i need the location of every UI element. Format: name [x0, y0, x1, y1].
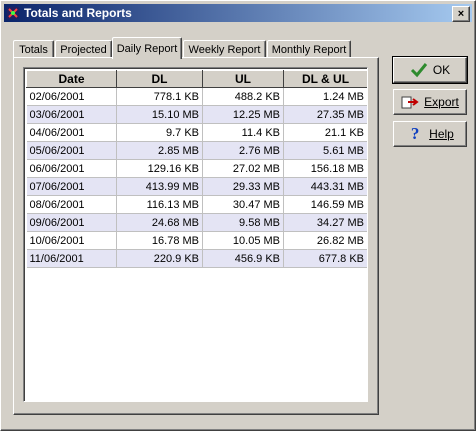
- cell-dl-ul: 34.27 MB: [283, 213, 367, 232]
- help-label: Help: [429, 127, 454, 141]
- export-button[interactable]: Export: [393, 89, 467, 115]
- tab-label: Monthly Report: [271, 43, 347, 56]
- cell-dl: 116.13 MB: [116, 195, 203, 214]
- table-row[interactable]: 06/06/2001 129.16 KB 27.02 MB 156.18 MB: [26, 159, 367, 178]
- app-icon: [7, 7, 19, 19]
- cell-ul: 9.58 MB: [202, 213, 284, 232]
- help-button[interactable]: ? Help: [393, 121, 467, 147]
- daily-report-panel: Date DL UL DL & UL 02/06/2001 778.1 KB 488…: [13, 57, 379, 415]
- cell-dl: 220.9 KB: [116, 249, 203, 268]
- table-row[interactable]: 10/06/2001 16.78 MB 10.05 MB 26.82 MB: [26, 231, 367, 250]
- cell-date: 05/06/2001: [26, 141, 117, 160]
- totals-reports-window: Totals and Reports × Totals Projected Da…: [0, 0, 476, 431]
- cell-date: 09/06/2001: [26, 213, 117, 232]
- cell-date: 10/06/2001: [26, 231, 117, 250]
- cell-date: 07/06/2001: [26, 177, 117, 196]
- table-row[interactable]: 05/06/2001 2.85 MB 2.76 MB 5.61 MB: [26, 141, 367, 160]
- cell-date: 08/06/2001: [26, 195, 117, 214]
- cell-dl-ul: 5.61 MB: [283, 141, 367, 160]
- close-button[interactable]: ×: [452, 6, 470, 22]
- cell-dl: 129.16 KB: [116, 159, 203, 178]
- daily-report-table[interactable]: Date DL UL DL & UL 02/06/2001 778.1 KB 488…: [23, 67, 368, 402]
- cell-ul: 29.33 MB: [202, 177, 284, 196]
- cell-dl-ul: 156.18 MB: [283, 159, 367, 178]
- cell-ul: 488.2 KB: [202, 87, 284, 106]
- cell-dl-ul: 21.1 KB: [283, 123, 367, 142]
- column-header-dl[interactable]: DL: [116, 70, 203, 88]
- cell-ul: 27.02 MB: [202, 159, 284, 178]
- tab-projected[interactable]: Projected: [55, 40, 112, 58]
- cell-dl-ul: 146.59 MB: [283, 195, 367, 214]
- column-header-ul[interactable]: UL: [202, 70, 284, 88]
- cell-date: 04/06/2001: [26, 123, 117, 142]
- cell-dl-ul: 27.35 MB: [283, 105, 367, 124]
- table-row[interactable]: 11/06/2001 220.9 KB 456.9 KB 677.8 KB: [26, 249, 367, 268]
- tab-weekly-report[interactable]: Weekly Report: [183, 40, 266, 58]
- table-row[interactable]: 02/06/2001 778.1 KB 488.2 KB 1.24 MB: [26, 87, 367, 106]
- tab-label: Weekly Report: [188, 43, 261, 56]
- export-label: Export: [424, 95, 459, 109]
- cell-ul: 12.25 MB: [202, 105, 284, 124]
- table-row[interactable]: 03/06/2001 15.10 MB 12.25 MB 27.35 MB: [26, 105, 367, 124]
- cell-dl: 16.78 MB: [116, 231, 203, 250]
- cell-dl: 2.85 MB: [116, 141, 203, 160]
- table-row[interactable]: 07/06/2001 413.99 MB 29.33 MB 443.31 MB: [26, 177, 367, 196]
- cell-date: 06/06/2001: [26, 159, 117, 178]
- cell-dl-ul: 26.82 MB: [283, 231, 367, 250]
- cell-ul: 2.76 MB: [202, 141, 284, 160]
- export-icon: [401, 94, 419, 110]
- help-question-icon: ?: [410, 124, 420, 143]
- cell-dl: 24.68 MB: [116, 213, 203, 232]
- cell-ul: 11.4 KB: [202, 123, 284, 142]
- window-title: Totals and Reports: [24, 6, 132, 20]
- cell-dl-ul: 1.24 MB: [283, 87, 367, 106]
- cell-dl: 413.99 MB: [116, 177, 203, 196]
- cell-dl: 9.7 KB: [116, 123, 203, 142]
- tab-label: Projected: [60, 43, 107, 56]
- tab-daily-report[interactable]: Daily Report: [112, 37, 182, 59]
- cell-dl-ul: 677.8 KB: [283, 249, 367, 268]
- cell-date: 03/06/2001: [26, 105, 117, 124]
- cell-ul: 10.05 MB: [202, 231, 284, 250]
- table-row[interactable]: 08/06/2001 116.13 MB 30.47 MB 146.59 MB: [26, 195, 367, 214]
- cell-dl: 778.1 KB: [116, 87, 203, 106]
- tab-label: Daily Report: [116, 42, 178, 55]
- cell-dl: 15.10 MB: [116, 105, 203, 124]
- title-bar[interactable]: Totals and Reports ×: [4, 4, 472, 22]
- cell-date: 02/06/2001: [26, 87, 117, 106]
- cell-ul: 30.47 MB: [202, 195, 284, 214]
- close-icon: ×: [457, 7, 465, 20]
- cell-date: 11/06/2001: [26, 249, 117, 268]
- cell-dl-ul: 443.31 MB: [283, 177, 367, 196]
- column-header-dl-ul[interactable]: DL & UL: [283, 70, 367, 88]
- tab-totals[interactable]: Totals: [13, 40, 54, 58]
- ok-label: OK: [432, 63, 451, 77]
- checkmark-icon: [410, 62, 428, 78]
- tab-monthly-report[interactable]: Monthly Report: [267, 40, 351, 58]
- ok-button[interactable]: OK: [392, 56, 468, 84]
- column-header-date[interactable]: Date: [26, 70, 117, 88]
- table-row[interactable]: 04/06/2001 9.7 KB 11.4 KB 21.1 KB: [26, 123, 367, 142]
- tab-label: Totals: [19, 43, 48, 56]
- table-row[interactable]: 09/06/2001 24.68 MB 9.58 MB 34.27 MB: [26, 213, 367, 232]
- cell-ul: 456.9 KB: [202, 249, 284, 268]
